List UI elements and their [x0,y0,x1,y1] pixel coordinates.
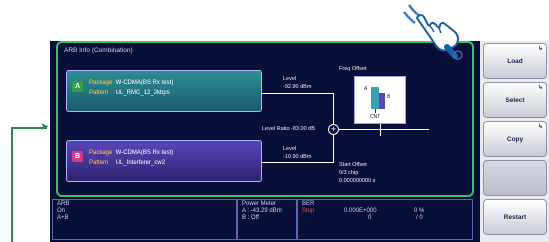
arb-status: ARB On A+B [52,199,237,240]
ber-status: BER Stop 0.000E+000 0 % 0 / 0 [297,199,473,240]
callout-bracket-vertical [11,127,13,242]
power-meter-a-value: : -43.29 dBm [247,208,282,214]
ber-result-row: Stop 0.000E+000 0 % [302,208,468,215]
ber-count-left: 0 [368,215,372,221]
power-meter-b-row: B : Off [242,215,292,222]
select-button[interactable]: Select ↳ [483,82,547,118]
ber-title: BER [302,201,315,207]
power-meter-b-label: B [242,215,247,221]
submenu-arrow-icon: ↳ [537,124,543,130]
load-button[interactable]: Load ↳ [483,43,547,79]
callout-arrow-icon: ➤ [40,121,50,133]
power-meter-a-row: A : -43.29 dBm [242,208,292,215]
power-meter-status: Power Meter A : -43.29 dBm B : Off [237,199,297,240]
load-button-label: Load [507,57,523,65]
arb-info-highlight-frame [56,41,474,197]
arb-status-state: On [57,208,66,214]
blank-softkey[interactable] [483,160,547,196]
submenu-arrow-icon: ↳ [537,46,543,52]
power-meter-a-label: A [242,208,246,214]
ber-rate: 0.000E+000 [344,208,377,214]
power-meter-b-value: : Off [247,215,259,221]
ber-count-right: / 0 [416,215,423,221]
restart-button[interactable]: Restart [483,199,547,235]
ber-state: Stop [302,208,315,214]
softkey-panel: Load ↳ Select ↳ Copy ↳ Restart [480,41,549,242]
submenu-arrow-icon: ↳ [537,85,543,91]
power-meter-title: Power Meter [242,201,277,207]
restart-button-label: Restart [503,213,527,221]
ber-percent: 0 % [414,208,425,214]
arb-status-mode: A+B [57,215,69,221]
select-button-label: Select [505,96,525,104]
arb-status-title: ARB [57,201,70,207]
pointing-hand-icon [403,4,463,60]
copy-button[interactable]: Copy ↳ [483,121,547,157]
copy-button-label: Copy [506,135,524,143]
